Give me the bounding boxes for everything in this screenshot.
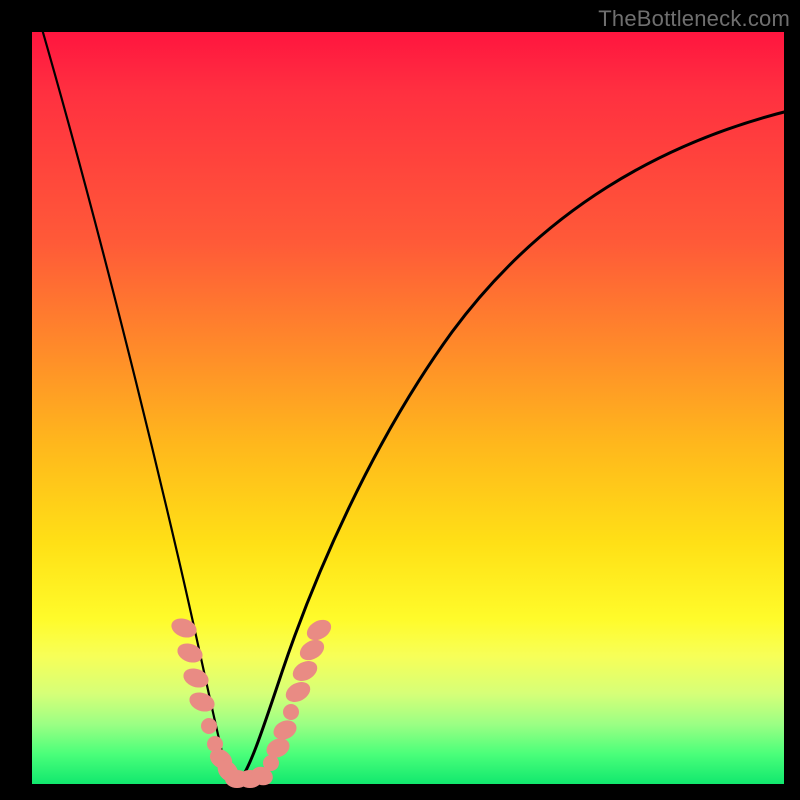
curve-right-branch [238, 110, 792, 782]
curve-left-branch [40, 22, 238, 782]
plot-area [32, 32, 784, 784]
bead-markers [169, 615, 335, 788]
chart-svg [32, 32, 784, 784]
chart-frame: TheBottleneck.com [0, 0, 800, 800]
watermark-text: TheBottleneck.com [598, 6, 790, 32]
